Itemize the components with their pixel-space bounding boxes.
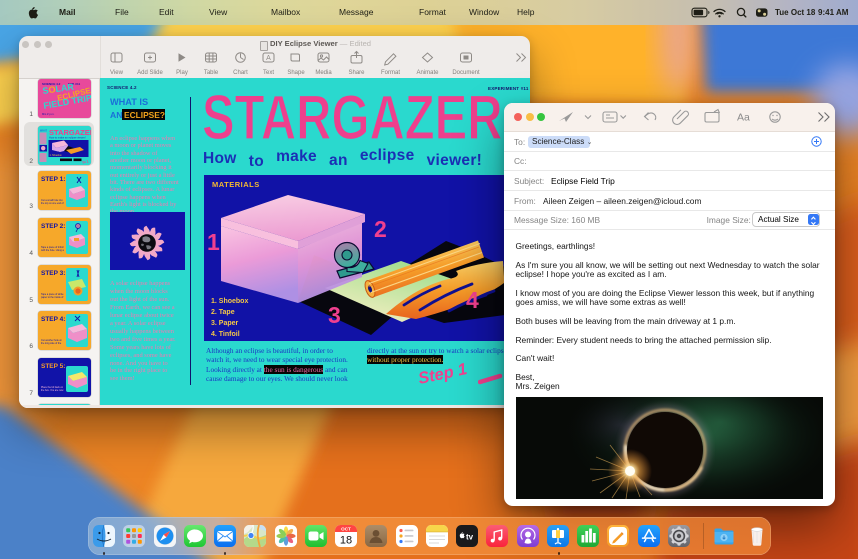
svg-text:the box. You are now: the box. You are now — [41, 389, 64, 392]
svg-text:Mrs Z p.m.: Mrs Z p.m. — [42, 112, 55, 116]
svg-text:2: 2 — [374, 216, 387, 242]
svg-text:A: A — [266, 55, 271, 62]
svg-text:the long side of the: the long side of the — [41, 342, 62, 345]
svg-text:STEP 3:: STEP 3: — [41, 270, 65, 277]
svg-text:STEP 1:: STEP 1: — [41, 176, 65, 183]
svg-text:STEP 4:: STEP 4: — [41, 316, 65, 323]
svg-text:How to make an eclipse viewer!: How to make an eclipse viewer! — [49, 136, 86, 140]
svg-text:OCT: OCT — [341, 526, 351, 531]
svg-text:4. Tinfoil: 4. Tinfoil — [211, 331, 240, 338]
svg-text:18: 18 — [340, 534, 352, 546]
svg-text:STEP 2:: STEP 2: — [41, 223, 65, 230]
svg-text:WHAT: WHAT — [40, 130, 48, 133]
svg-text:3: 3 — [328, 302, 341, 328]
svg-text:STEP 5:: STEP 5: — [41, 363, 65, 370]
svg-text:1: 1 — [207, 229, 220, 255]
svg-text:3. Paper: 3. Paper — [211, 320, 239, 327]
svg-text:the top on one end of: the top on one end of — [41, 202, 64, 205]
svg-text:1. Shoebox: 1. Shoebox — [50, 154, 63, 157]
svg-text:paper to the inside of: paper to the inside of — [41, 296, 64, 299]
svg-text:4: 4 — [466, 287, 479, 313]
svg-text:Aa: Aa — [737, 112, 750, 124]
svg-text:with the hole. Using a: with the hole. Using a — [41, 249, 65, 252]
svg-text:tv: tv — [466, 532, 474, 541]
svg-text:2. Tape: 2. Tape — [211, 309, 235, 316]
svg-text:1. Shoebox: 1. Shoebox — [211, 298, 248, 305]
svg-text:MATERIALS: MATERIALS — [212, 180, 260, 189]
